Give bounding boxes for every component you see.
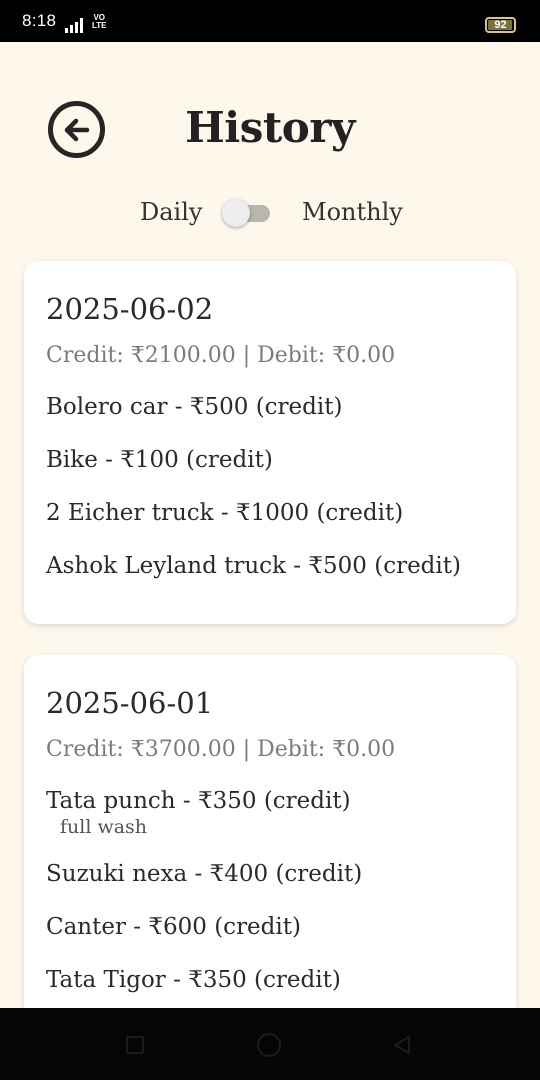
volte-icon: VO LTE [92, 13, 107, 30]
view-toggle-row: Daily Monthly [0, 192, 540, 234]
battery-level-text: 92 [494, 19, 507, 31]
status-time: 8:18 [22, 11, 57, 30]
day-card: 2025-06-02 Credit: ₹2100.00 | Debit: ₹0.… [24, 261, 516, 624]
card-summary: Credit: ₹2100.00 | Debit: ₹0.00 [46, 343, 396, 368]
transaction-text: Tata Tigor - ₹350 (credit) [46, 967, 341, 993]
transaction-entry: Tata punch - ₹350 (credit) full wash [46, 786, 494, 838]
signal-strength-icon [65, 18, 83, 33]
status-bar: 8:18 VO LTE 92 [0, 0, 540, 42]
transaction-entry: 2 Eicher truck - ₹1000 (credit) [46, 498, 494, 528]
transaction-entry: Canter - ₹600 (credit) [46, 912, 494, 942]
arrow-left-icon [64, 118, 89, 141]
page-title: History [185, 103, 355, 152]
card-date: 2025-06-01 [46, 686, 214, 720]
battery-icon: 92 [485, 17, 516, 33]
transaction-text: Suzuki nexa - ₹400 (credit) [46, 861, 363, 887]
back-button[interactable] [48, 101, 105, 158]
transaction-entry: Bolero car - ₹500 (credit) [46, 392, 494, 422]
toggle-label-daily[interactable]: Daily [140, 198, 202, 226]
transaction-text: Bike - ₹100 (credit) [46, 447, 273, 473]
transaction-text: 2 Eicher truck - ₹1000 (credit) [46, 500, 404, 526]
transaction-note: full wash [60, 816, 148, 838]
transaction-text: Bolero car - ₹500 (credit) [46, 394, 343, 420]
transaction-entry: Tata Tigor - ₹350 (credit) [46, 965, 494, 995]
card-summary: Credit: ₹3700.00 | Debit: ₹0.00 [46, 737, 396, 762]
toggle-knob [222, 199, 250, 227]
transaction-text: Tata punch - ₹350 (credit) [46, 788, 351, 814]
transaction-text: Ashok Leyland truck - ₹500 (credit) [46, 553, 461, 579]
back-triangle-icon[interactable] [392, 1035, 412, 1055]
card-date: 2025-06-02 [46, 292, 214, 326]
transaction-entry: Ashok Leyland truck - ₹500 (credit) [46, 551, 494, 581]
home-icon[interactable] [257, 1033, 281, 1057]
transaction-entry: Suzuki nexa - ₹400 (credit) [46, 859, 494, 889]
transaction-entry: Bike - ₹100 (credit) [46, 445, 494, 475]
transaction-text: Canter - ₹600 (credit) [46, 914, 301, 940]
system-nav-bar [0, 1008, 540, 1080]
recent-apps-icon[interactable] [126, 1036, 144, 1054]
toggle-label-monthly[interactable]: Monthly [302, 198, 403, 226]
daily-monthly-toggle[interactable] [222, 199, 272, 227]
